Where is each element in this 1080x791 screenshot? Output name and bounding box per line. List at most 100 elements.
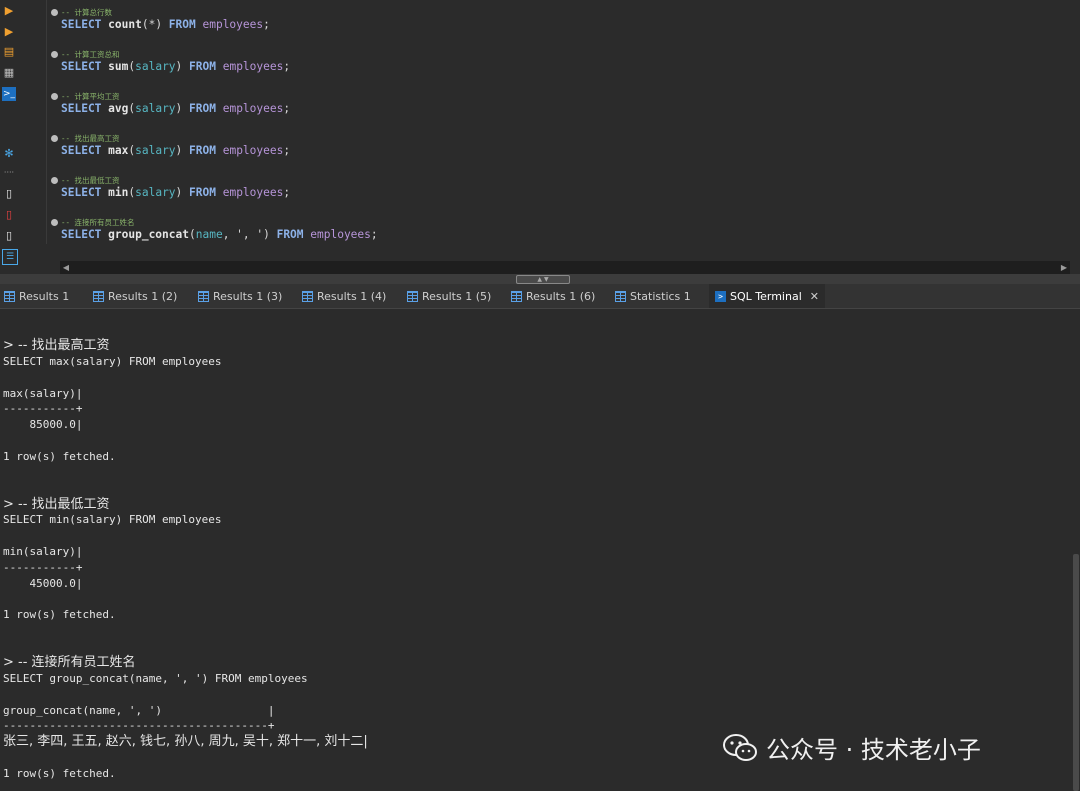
watermark: 公众号 · 技术老小子 <box>722 730 981 765</box>
outline-toggle-icon[interactable]: ☰ <box>2 249 18 265</box>
terminal-line: 1 row(s) fetched. <box>3 449 116 463</box>
sql-token: SELECT <box>61 102 109 115</box>
terminal-icon: > <box>715 290 726 302</box>
sql-token: , ', ') <box>222 228 277 241</box>
results-tab-bar: Results 1 Results 1 (2) Results 1 (3) Resul… <box>0 284 1080 309</box>
terminal-line: group_concat(name, ', ') | <box>3 703 275 717</box>
grid-icon <box>511 290 522 302</box>
tab-results-1-2[interactable]: Results 1 (2) <box>93 284 177 308</box>
sql-token: ; <box>370 228 378 241</box>
gutter-divider <box>46 0 47 244</box>
file-error-icon[interactable]: ▯ <box>2 208 16 222</box>
sql-token: group_concat <box>108 228 189 241</box>
sql-token: SELECT <box>61 186 109 199</box>
tab-label: Results 1 (3) <box>213 289 283 303</box>
tab-label: Results 1 (5) <box>422 289 492 303</box>
terminal-line: 1 row(s) fetched. <box>3 608 116 622</box>
scroll-right-icon[interactable]: ▶ <box>1058 261 1070 274</box>
tab-results-1[interactable]: Results 1 <box>4 284 69 308</box>
execute-script-icon[interactable]: ▤ <box>2 45 16 59</box>
code-statement[interactable]: SELECT count(*) FROM employees; <box>61 18 270 32</box>
grid-icon <box>93 290 104 302</box>
splitter-grip-icon[interactable]: ▲ ▼ <box>516 275 570 284</box>
sql-token: ( <box>188 228 196 241</box>
tab-label: Results 1 <box>19 289 70 303</box>
sql-token: ) <box>175 186 190 199</box>
sql-editor[interactable]: -- 计算总行数 SELECT count(*) FROM employees; -… <box>20 0 1080 260</box>
grid-icon <box>302 290 313 302</box>
fold-toggle-icon[interactable] <box>51 177 58 184</box>
tab-results-1-6[interactable]: Results 1 (6) <box>511 284 595 308</box>
file-icon[interactable]: ▯ <box>2 187 16 201</box>
open-terminal-icon[interactable]: >_ <box>2 87 16 101</box>
sql-token: salary <box>135 186 176 199</box>
terminal-line: > -- 连接所有员工姓名 <box>3 655 136 670</box>
grid-icon <box>4 290 15 302</box>
tab-results-1-3[interactable]: Results 1 (3) <box>198 284 282 308</box>
watermark-text: 公众号 · 技术老小子 <box>766 736 981 764</box>
fold-toggle-icon[interactable] <box>51 9 58 16</box>
terminal-line: min(salary)| <box>3 545 83 559</box>
code-statement[interactable]: SELECT avg(salary) FROM employees; <box>61 102 290 116</box>
fold-toggle-icon[interactable] <box>51 51 58 58</box>
sql-token: FROM <box>189 102 223 115</box>
scrollbar-thumb[interactable] <box>1073 554 1079 791</box>
sql-token: ; <box>283 144 291 157</box>
more-dots-icon[interactable]: ···· <box>2 166 16 180</box>
sql-token: ; <box>283 60 291 73</box>
terminal-line: SELECT max(salary) FROM employees <box>3 354 222 368</box>
sql-token: FROM <box>189 144 223 157</box>
settings-gear-icon[interactable]: ✻ <box>2 147 16 161</box>
terminal-line: -----------+ <box>3 560 83 574</box>
sql-token: salary <box>135 144 176 157</box>
terminal-line: 1 row(s) fetched. <box>3 766 116 780</box>
tab-label: SQL Terminal <box>730 289 802 303</box>
grid-icon <box>615 290 626 302</box>
sql-token: avg <box>108 102 129 115</box>
code-statement[interactable]: SELECT group_concat(name, ', ') FROM emp… <box>61 228 378 242</box>
sql-token: FROM <box>168 18 203 31</box>
sql-token: FROM <box>189 186 223 199</box>
sql-token: FROM <box>276 228 311 241</box>
terminal-line: > -- 找出最低工资 <box>3 496 110 512</box>
sql-token: ) <box>175 144 190 157</box>
sql-token: (*) <box>141 18 169 31</box>
tab-statistics-1[interactable]: Statistics 1 <box>615 284 691 308</box>
sql-token: employees <box>310 228 371 241</box>
code-statement[interactable]: SELECT max(salary) FROM employees; <box>61 144 290 158</box>
tab-results-1-5[interactable]: Results 1 (5) <box>407 284 491 308</box>
sql-token: count <box>108 18 142 31</box>
fold-toggle-icon[interactable] <box>51 135 58 142</box>
sql-token: ) <box>175 102 190 115</box>
code-statement[interactable]: SELECT min(salary) FROM employees; <box>61 186 290 200</box>
sql-token: employees <box>222 60 284 73</box>
execute-statement-icon[interactable]: ▶ <box>2 4 16 18</box>
tab-results-1-4[interactable]: Results 1 (4) <box>302 284 386 308</box>
sql-token: FROM <box>189 60 223 73</box>
editor-side-toolbar: ▶ ▶ ▤ ▦ >_ ✻ ···· ▯ ▯ ▯ ☰ <box>0 0 20 270</box>
sql-token: max <box>108 144 129 157</box>
sql-token: salary <box>135 102 176 115</box>
fold-toggle-icon[interactable] <box>51 93 58 100</box>
sql-token: employees <box>222 102 284 115</box>
terminal-vertical-scrollbar[interactable] <box>1072 309 1080 791</box>
sql-token: employees <box>222 186 284 199</box>
panel-splitter[interactable]: ▲ ▼ <box>0 274 1080 284</box>
code-statement[interactable]: SELECT sum(salary) FROM employees; <box>61 60 290 74</box>
sql-token: sum <box>108 60 129 73</box>
wechat-icon <box>722 733 758 763</box>
terminal-line: SELECT group_concat(name, ', ') FROM emp… <box>3 671 308 685</box>
tab-label: Results 1 (6) <box>526 289 596 303</box>
sql-terminal-output[interactable]: > -- 找出最高工资 SELECT max(salary) FROM emplo… <box>0 309 1072 791</box>
sql-token: salary <box>135 60 176 73</box>
fold-toggle-icon[interactable] <box>51 219 58 226</box>
editor-horizontal-scrollbar[interactable]: ◀ ▶ <box>60 261 1070 274</box>
scroll-left-icon[interactable]: ◀ <box>60 261 72 274</box>
sql-token: SELECT <box>61 228 109 241</box>
tab-label: Results 1 (2) <box>108 289 178 303</box>
file-export-icon[interactable]: ▯ <box>2 229 16 243</box>
explain-plan-icon[interactable]: ▦ <box>2 66 16 80</box>
execute-in-new-tab-icon[interactable]: ▶ <box>2 25 16 39</box>
close-tab-icon[interactable]: ✕ <box>810 290 819 303</box>
tab-sql-terminal[interactable]: > SQL Terminal ✕ <box>709 284 825 308</box>
